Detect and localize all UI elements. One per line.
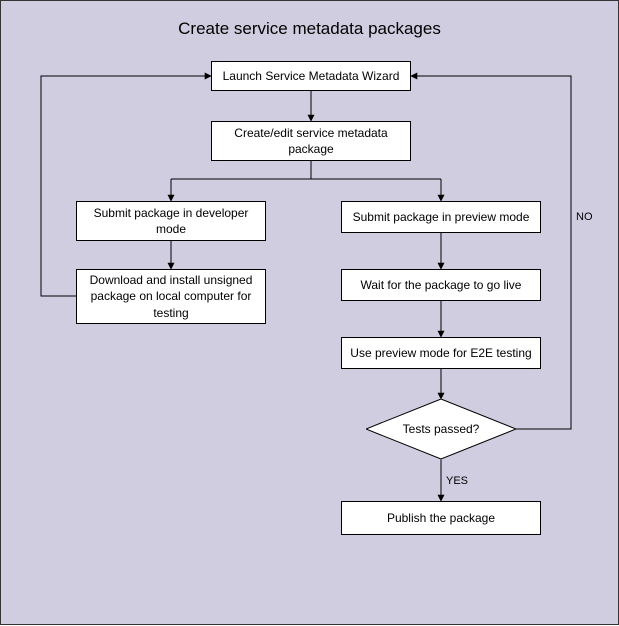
node-download-install: Download and install unsigned package on… <box>76 269 266 324</box>
edge-label-no: NO <box>576 211 593 223</box>
node-launch: Launch Service Metadata Wizard <box>211 61 411 91</box>
edge-label-yes: YES <box>446 475 468 487</box>
node-label: Download and install unsigned package on… <box>83 272 259 321</box>
flowchart-canvas: Create service metadata packages Launch … <box>0 0 619 625</box>
node-create-edit: Create/edit service metadata package <box>211 121 411 161</box>
node-label: Wait for the package to go live <box>361 277 522 293</box>
diagram-title: Create service metadata packages <box>1 19 618 39</box>
node-submit-preview: Submit package in preview mode <box>341 201 541 233</box>
node-label: Create/edit service metadata package <box>218 125 404 157</box>
node-publish: Publish the package <box>341 501 541 535</box>
node-label: Publish the package <box>387 510 495 526</box>
node-label: Tests passed? <box>403 422 480 436</box>
node-label: Launch Service Metadata Wizard <box>223 68 400 84</box>
node-wait-live: Wait for the package to go live <box>341 269 541 301</box>
node-label: Submit package in preview mode <box>353 209 530 225</box>
node-submit-dev: Submit package in developer mode <box>76 201 266 241</box>
node-use-preview: Use preview mode for E2E testing <box>341 337 541 369</box>
node-decision: Tests passed? <box>366 399 516 459</box>
node-label: Use preview mode for E2E testing <box>350 345 531 361</box>
node-label: Submit package in developer mode <box>83 205 259 237</box>
